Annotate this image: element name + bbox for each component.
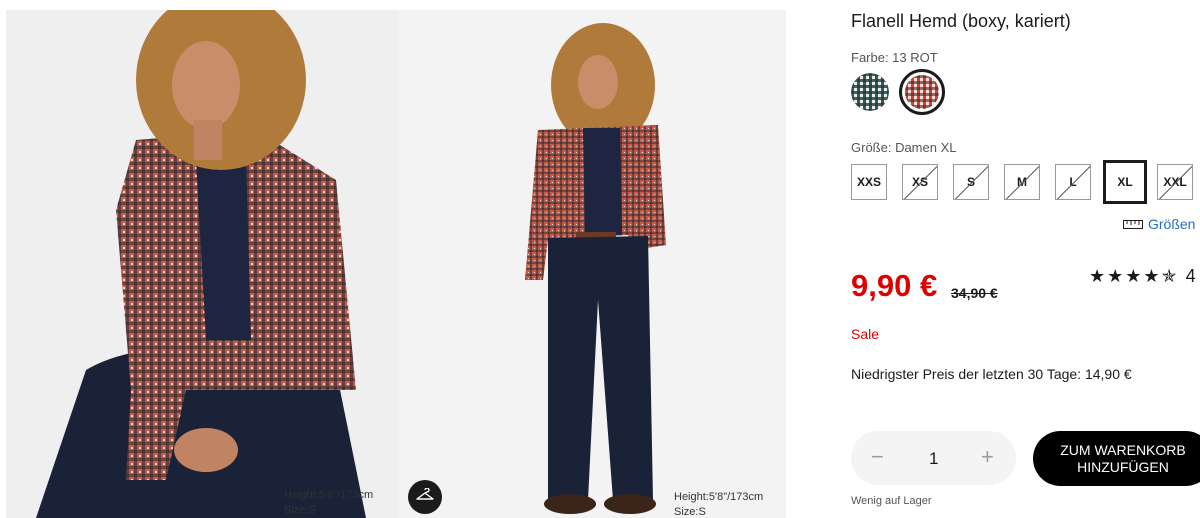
sale-label: Sale: [851, 326, 880, 342]
color-swatch-green[interactable]: [851, 73, 889, 111]
product-gallery: Height:5'8"/173cm Size:S Height:5'8"/173…: [0, 0, 800, 518]
size-option-xl-selected[interactable]: XL: [1103, 160, 1147, 204]
size-option-xxl[interactable]: XXL: [1157, 164, 1193, 200]
quantity-stepper: − 1 +: [851, 431, 1016, 485]
stock-status: Wenig auf Lager: [851, 495, 932, 507]
color-label: Farbe: 13 ROT: [851, 50, 938, 65]
size-option-label: XL: [1117, 175, 1133, 189]
add-to-cart-button[interactable]: ZUM WARENKORB HINZUFÜGEN: [1033, 431, 1200, 486]
original-price: 34,90 €: [951, 285, 998, 301]
size-label: Größe: Damen XL: [851, 140, 957, 155]
try-on-hanger-button[interactable]: [408, 480, 442, 514]
sale-price: 9,90 €: [851, 268, 938, 303]
model-height-caption: Height:5'8"/173cm: [284, 489, 374, 501]
ruler-icon: [1123, 216, 1143, 232]
add-to-cart-label-line1: ZUM WARENKORB: [1060, 442, 1186, 458]
lowest-price-note: Niedrigster Preis der letzten 30 Tage: 1…: [851, 366, 1132, 382]
model-size-caption: Size:S: [284, 504, 316, 516]
size-option-label: S: [966, 175, 975, 189]
product-title: Flanell Hemd (boxy, kariert): [851, 11, 1071, 31]
hanger-icon: [416, 486, 434, 507]
size-option-m[interactable]: M: [1004, 164, 1040, 200]
model-size-caption: Size:S: [674, 506, 706, 518]
quantity-increase-button[interactable]: +: [981, 446, 994, 468]
size-option-label: L: [1069, 175, 1077, 189]
size-guide-link[interactable]: Größen: [1123, 216, 1195, 232]
rating-value: 4: [1185, 266, 1198, 286]
size-option-label: M: [1017, 175, 1027, 189]
quantity-value[interactable]: 1: [929, 449, 938, 469]
product-image-sitting[interactable]: Height:5'8"/173cm Size:S: [6, 10, 398, 518]
rating-stars[interactable]: ★★★★✯ 4: [1089, 266, 1198, 287]
color-swatch-red-selected[interactable]: [899, 69, 945, 115]
size-option-s[interactable]: S: [953, 164, 989, 200]
product-info-panel: Flanell Hemd (boxy, kariert) Farbe: 13 R…: [851, 0, 1200, 518]
size-option-label: XS: [911, 175, 928, 189]
add-to-cart-label-line2: HINZUFÜGEN: [1077, 459, 1169, 475]
size-guide-label: Größen: [1148, 216, 1196, 232]
size-option-xxs[interactable]: XXS: [851, 164, 887, 200]
size-option-label: XXS: [856, 175, 881, 189]
size-option-l[interactable]: L: [1055, 164, 1091, 200]
size-option-label: XXL: [1163, 175, 1187, 189]
quantity-decrease-button[interactable]: −: [871, 446, 884, 468]
star-icons: ★★★★: [1089, 266, 1162, 286]
product-image-standing[interactable]: Height:5'8"/173cm Size:S: [398, 10, 786, 518]
half-star-icon: ✯: [1161, 266, 1179, 286]
model-height-caption: Height:5'8"/173cm: [674, 491, 764, 503]
size-option-xs[interactable]: XS: [902, 164, 938, 200]
